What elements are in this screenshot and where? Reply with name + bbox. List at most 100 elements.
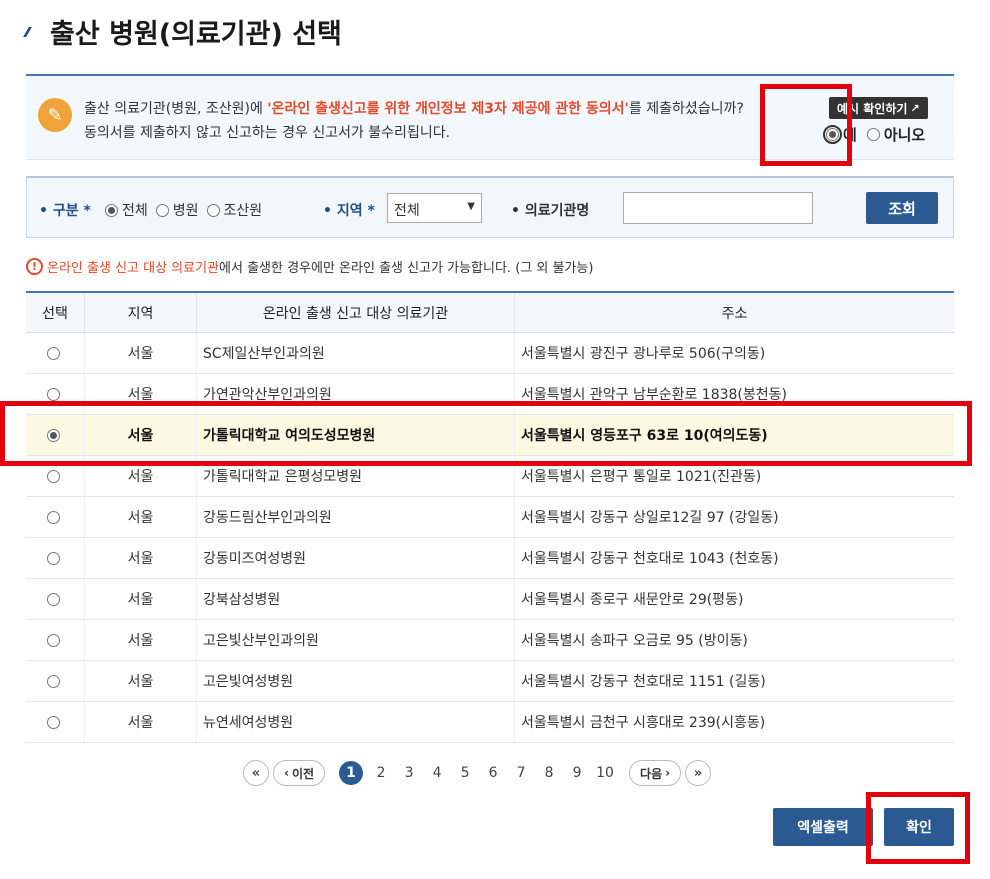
row-select-radio[interactable] (46, 469, 60, 483)
consent-suffix: 를 제출하셨습니까? (628, 101, 744, 117)
row-institution: 고은빛산부인과의원 (197, 620, 515, 660)
external-link-icon: ↗ (910, 101, 920, 115)
type-all-radio[interactable] (105, 203, 118, 217)
row-institution: SC제일산부인과의원 (197, 333, 515, 373)
page-number-6[interactable]: 6 (479, 765, 507, 781)
table-body: 서울 SC제일산부인과의원 서울특별시 광진구 광나루로 506(구의동) 서울 가연관… (26, 333, 954, 743)
consent-no-radio[interactable] (866, 128, 880, 141)
type-hospital-radio[interactable] (155, 203, 169, 217)
page-number-10[interactable]: 10 (591, 765, 619, 781)
row-region: 서울 (85, 702, 197, 742)
row-select-radio[interactable] (46, 592, 60, 606)
page-header: 출산 병원(의료기관) 선택 (23, 12, 342, 51)
page-number-5[interactable]: 5 (451, 765, 479, 781)
consent-warning: 동의서를 제출하지 않고 신고하는 경우 신고서가 불수리됩니다. (84, 125, 451, 141)
region-select[interactable]: 전체 ▼ (387, 193, 482, 223)
row-select-radio[interactable] (46, 346, 60, 360)
table-row[interactable]: 서울 SC제일산부인과의원 서울특별시 광진구 광나루로 506(구의동) (26, 333, 954, 374)
annotation-box-consent (760, 84, 852, 166)
header-institution: 온라인 출생 신고 대상 의료기관 (197, 293, 515, 332)
page-number-7[interactable]: 7 (507, 765, 535, 781)
first-page-icon[interactable]: « (243, 760, 269, 786)
document-icon: ✎ (38, 98, 72, 132)
type-midwife-label: 조산원 (223, 203, 263, 219)
type-hospital-label: 병원 (172, 203, 199, 219)
table-row[interactable]: 서울 뉴연세여성병원 서울특별시 금천구 시흥대로 239(시흥동) (26, 702, 954, 743)
page-number-4[interactable]: 4 (423, 765, 451, 781)
region-select-value: 전체 (394, 203, 420, 219)
page-number-3[interactable]: 3 (395, 765, 423, 781)
excel-export-button[interactable]: 엑셀출력 (773, 808, 873, 846)
institution-name-input[interactable] (623, 192, 813, 224)
table-row[interactable]: 서울 강동드림산부인과의원 서울특별시 강동구 상일로12길 97 (강일동) (26, 497, 954, 538)
page-number-9[interactable]: 9 (563, 765, 591, 781)
page-number-1[interactable]: 1 (339, 761, 364, 785)
row-select-cell (26, 333, 85, 373)
search-bar: • 구분 * 전체 병원 조산원 • 지역 * 전체 ▼ • 의료기관명 조회 (26, 176, 954, 238)
row-select-radio[interactable] (46, 674, 60, 688)
region-label: • 지역 * (323, 203, 375, 219)
row-region: 서울 (85, 661, 197, 701)
notice-highlight: 온라인 출생 신고 대상 의료기관 (47, 261, 220, 276)
annotation-box-selected-row (0, 401, 972, 466)
prev-page-button[interactable]: ‹ 이전 (273, 760, 326, 786)
consent-no-label: 아니오 (883, 126, 926, 144)
caret-down-icon: ▼ (467, 201, 475, 212)
row-select-cell (26, 620, 85, 660)
row-region: 서울 (85, 538, 197, 578)
page-number-8[interactable]: 8 (535, 765, 563, 781)
row-institution: 강동드림산부인과의원 (197, 497, 515, 537)
table-header: 선택 지역 온라인 출생 신고 대상 의료기관 주소 (26, 293, 954, 333)
consent-form-name: '온라인 출생신고를 위한 개인정보 제3자 제공에 관한 동의서' (267, 101, 629, 117)
name-label: • 의료기관명 (511, 203, 590, 219)
table-row[interactable]: 서울 고은빛여성병원 서울특별시 강동구 천호대로 1151 (길동) (26, 661, 954, 702)
row-address: 서울특별시 금천구 시흥대로 239(시흥동) (521, 715, 766, 731)
row-institution: 강동미즈여성병원 (197, 538, 515, 578)
row-region: 서울 (85, 333, 197, 373)
row-address: 서울특별시 강동구 상일로12길 97 (강일동) (521, 510, 779, 526)
header-region: 지역 (85, 293, 197, 332)
table-row[interactable]: 서울 고은빛산부인과의원 서울특별시 송파구 오금로 95 (방이동) (26, 620, 954, 661)
row-select-radio[interactable] (46, 551, 60, 565)
row-address: 서울특별시 강동구 천호대로 1151 (길동) (521, 674, 766, 690)
last-page-icon[interactable]: » (685, 760, 712, 786)
row-select-cell (26, 661, 85, 701)
exclamation-icon: ! (26, 258, 43, 275)
page-number-2[interactable]: 2 (367, 765, 395, 781)
type-all-label: 전체 (122, 203, 148, 219)
next-label: 다음 (640, 766, 663, 781)
consent-question: 출산 의료기관(병원, 조산원)에 '온라인 출생신고를 위한 개인정보 제3자… (84, 98, 744, 118)
notice-text: ! 온라인 출생 신고 대상 의료기관 에서 출생한 경우에만 온라인 출생 신고… (26, 257, 593, 276)
hospital-table: 선택 지역 온라인 출생 신고 대상 의료기관 주소 서울 SC제일산부인과의원 서… (26, 291, 954, 743)
row-address: 서울특별시 종로구 새문안로 29(평동) (521, 592, 744, 608)
annotation-box-confirm (866, 792, 970, 864)
table-row[interactable]: 서울 강북삼성병원 서울특별시 종로구 새문안로 29(평동) (26, 579, 954, 620)
notice-body: 에서 출생한 경우에만 온라인 출생 신고가 가능합니다. (그 외 불가능) (219, 261, 594, 276)
row-select-radio[interactable] (46, 510, 60, 524)
next-page-button[interactable]: 다음 › (629, 760, 682, 786)
row-select-radio[interactable] (46, 715, 60, 729)
consent-prefix: 출산 의료기관(병원, 조산원)에 (84, 101, 268, 117)
header-address: 주소 (721, 305, 748, 322)
header-select: 선택 (26, 293, 85, 332)
row-institution: 고은빛여성병원 (197, 661, 515, 701)
type-label: • 구분 * (39, 203, 91, 219)
title-mark-icon (23, 26, 43, 37)
row-region: 서울 (85, 579, 197, 619)
row-select-radio[interactable] (46, 387, 60, 401)
pagination: « ‹ 이전 1 2 3 4 5 6 7 8 9 10 다음 › » (243, 760, 712, 786)
row-select-cell (26, 538, 85, 578)
search-button[interactable]: 조회 (866, 192, 938, 224)
row-select-cell (26, 579, 85, 619)
row-institution: 뉴연세여성병원 (197, 702, 515, 742)
prev-label: 이전 (291, 766, 315, 781)
row-region: 서울 (85, 497, 197, 537)
row-select-radio[interactable] (46, 633, 60, 647)
row-address: 서울특별시 광진구 광나루로 506(구의동) (521, 346, 766, 362)
row-institution: 강북삼성병원 (197, 579, 515, 619)
row-select-cell (26, 702, 85, 742)
row-address: 서울특별시 송파구 오금로 95 (방이동) (521, 633, 748, 649)
row-select-cell (26, 497, 85, 537)
table-row[interactable]: 서울 강동미즈여성병원 서울특별시 강동구 천호대로 1043 (천호동) (26, 538, 954, 579)
type-midwife-radio[interactable] (206, 203, 220, 217)
